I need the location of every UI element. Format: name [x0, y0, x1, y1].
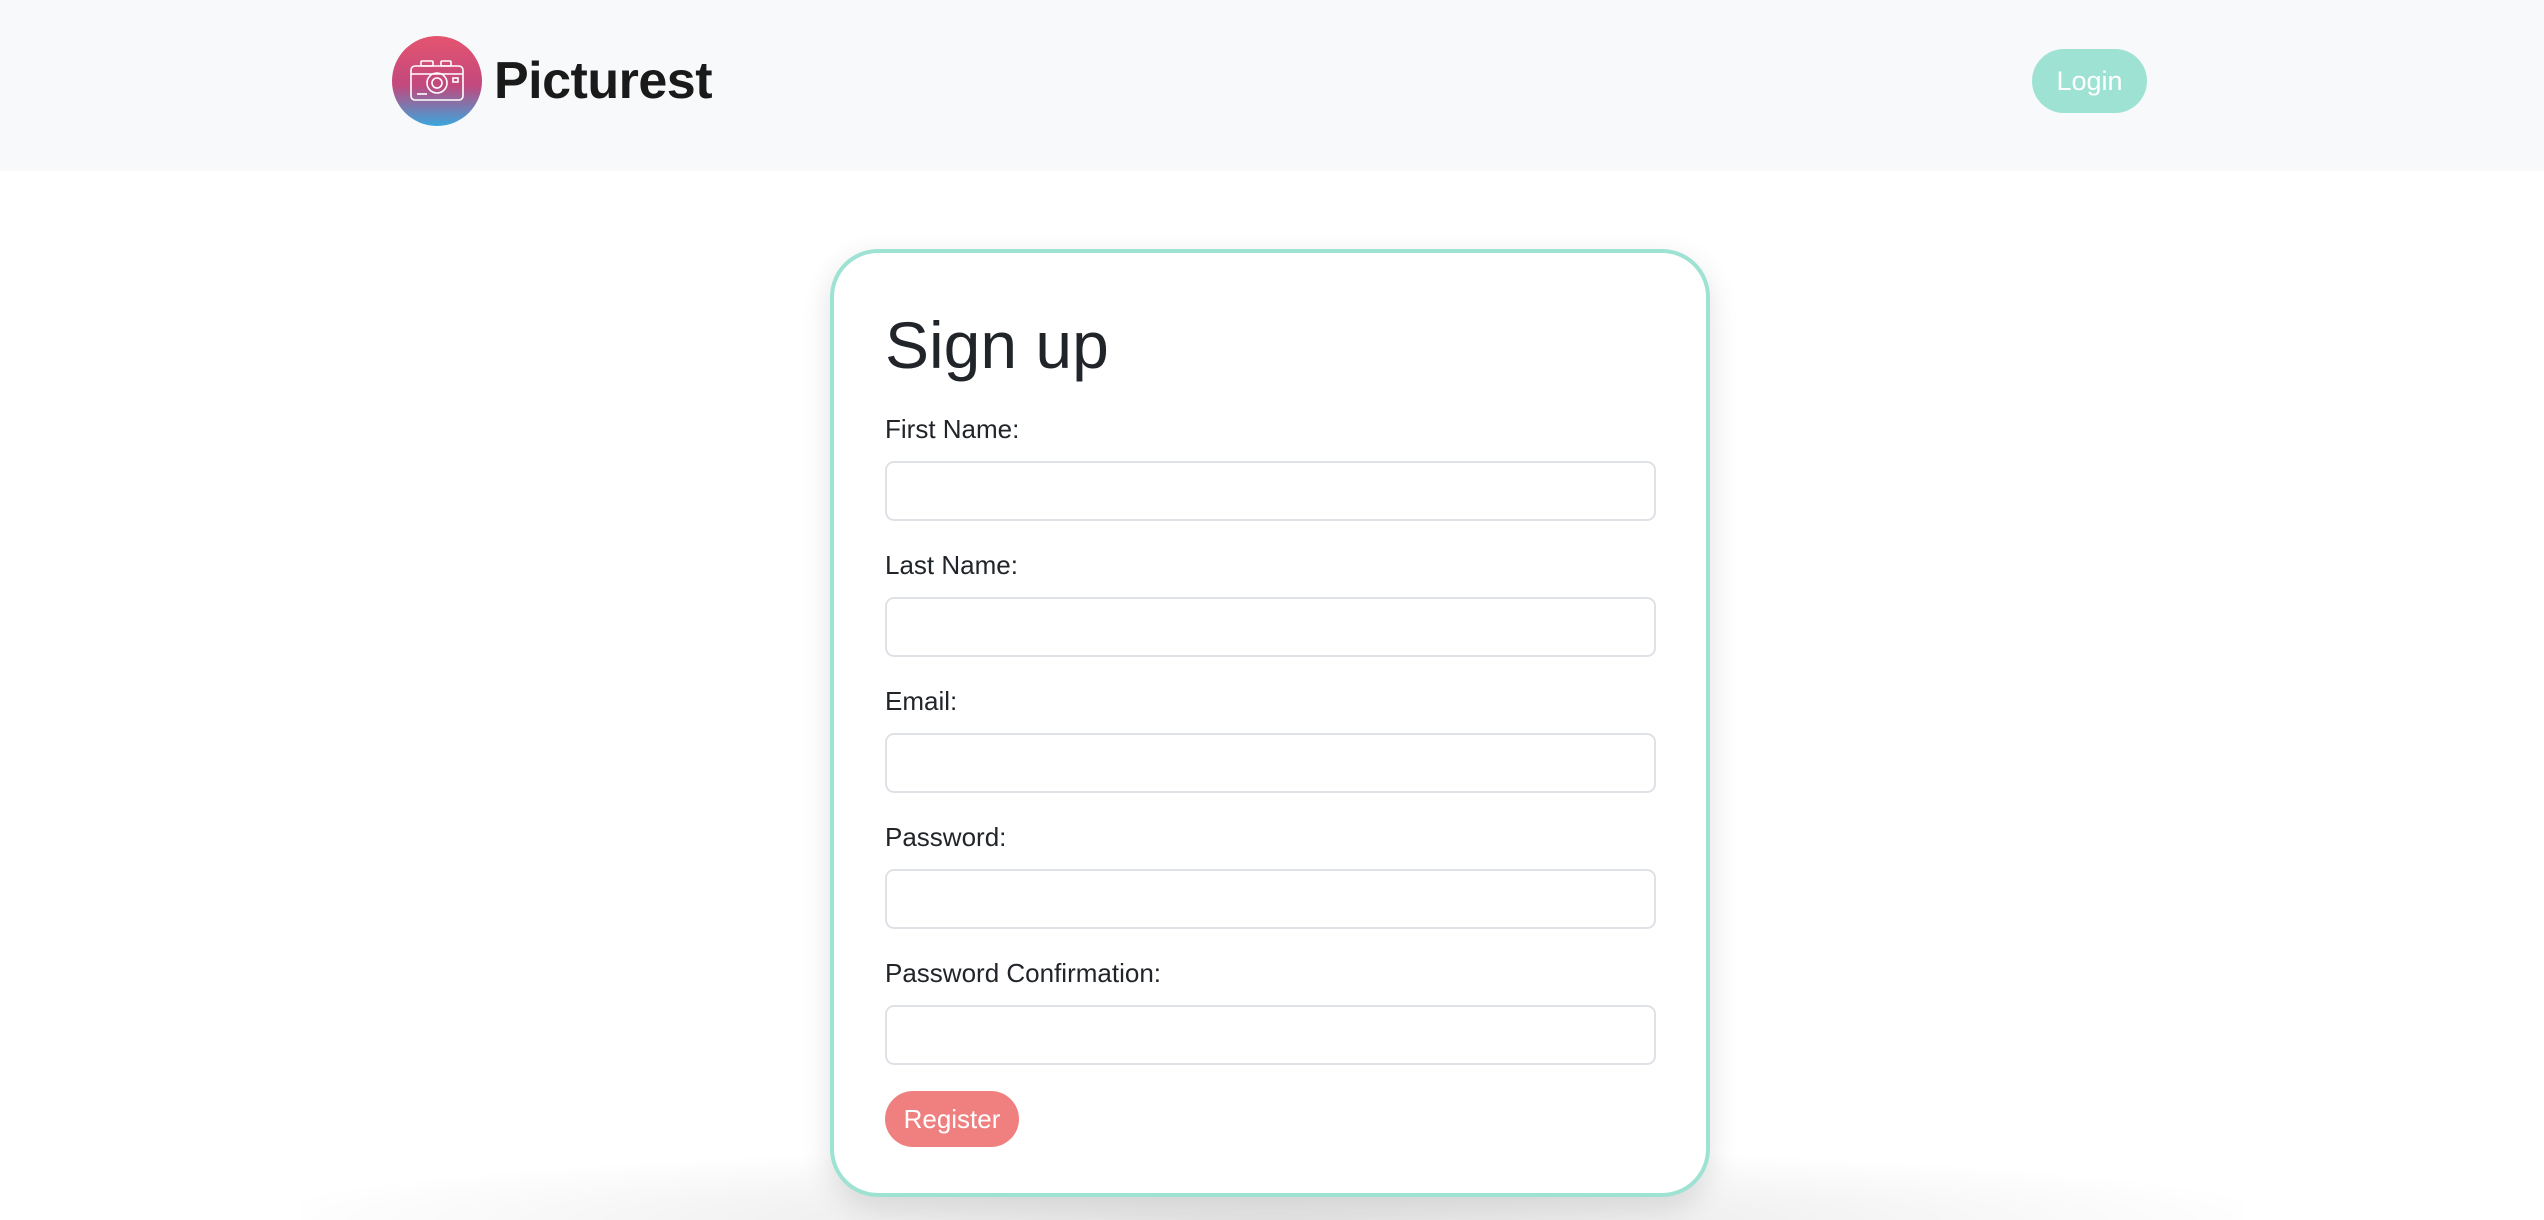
login-button[interactable]: Login: [2032, 49, 2147, 113]
password-confirmation-field[interactable]: [885, 1005, 1656, 1065]
page-title: Sign up: [885, 308, 1109, 382]
password-confirmation-label: Password Confirmation:: [885, 958, 1161, 988]
last-name-field[interactable]: [885, 597, 1656, 657]
password-field[interactable]: [885, 869, 1656, 929]
email-field[interactable]: [885, 733, 1656, 793]
first-name-label: First Name:: [885, 414, 1020, 444]
email-label: Email:: [885, 686, 958, 716]
signup-card: Sign up First Name: Last Name: Email: Pa…: [830, 249, 1710, 1197]
brand-name: Picturest: [494, 52, 713, 110]
register-button[interactable]: Register: [885, 1091, 1019, 1147]
brand[interactable]: Picturest: [392, 36, 713, 126]
last-name-label: Last Name:: [885, 550, 1018, 580]
first-name-field[interactable]: [885, 461, 1656, 521]
navbar: Picturest Login: [0, 0, 2544, 171]
password-label: Password:: [885, 822, 1007, 852]
camera-icon: [392, 36, 482, 126]
